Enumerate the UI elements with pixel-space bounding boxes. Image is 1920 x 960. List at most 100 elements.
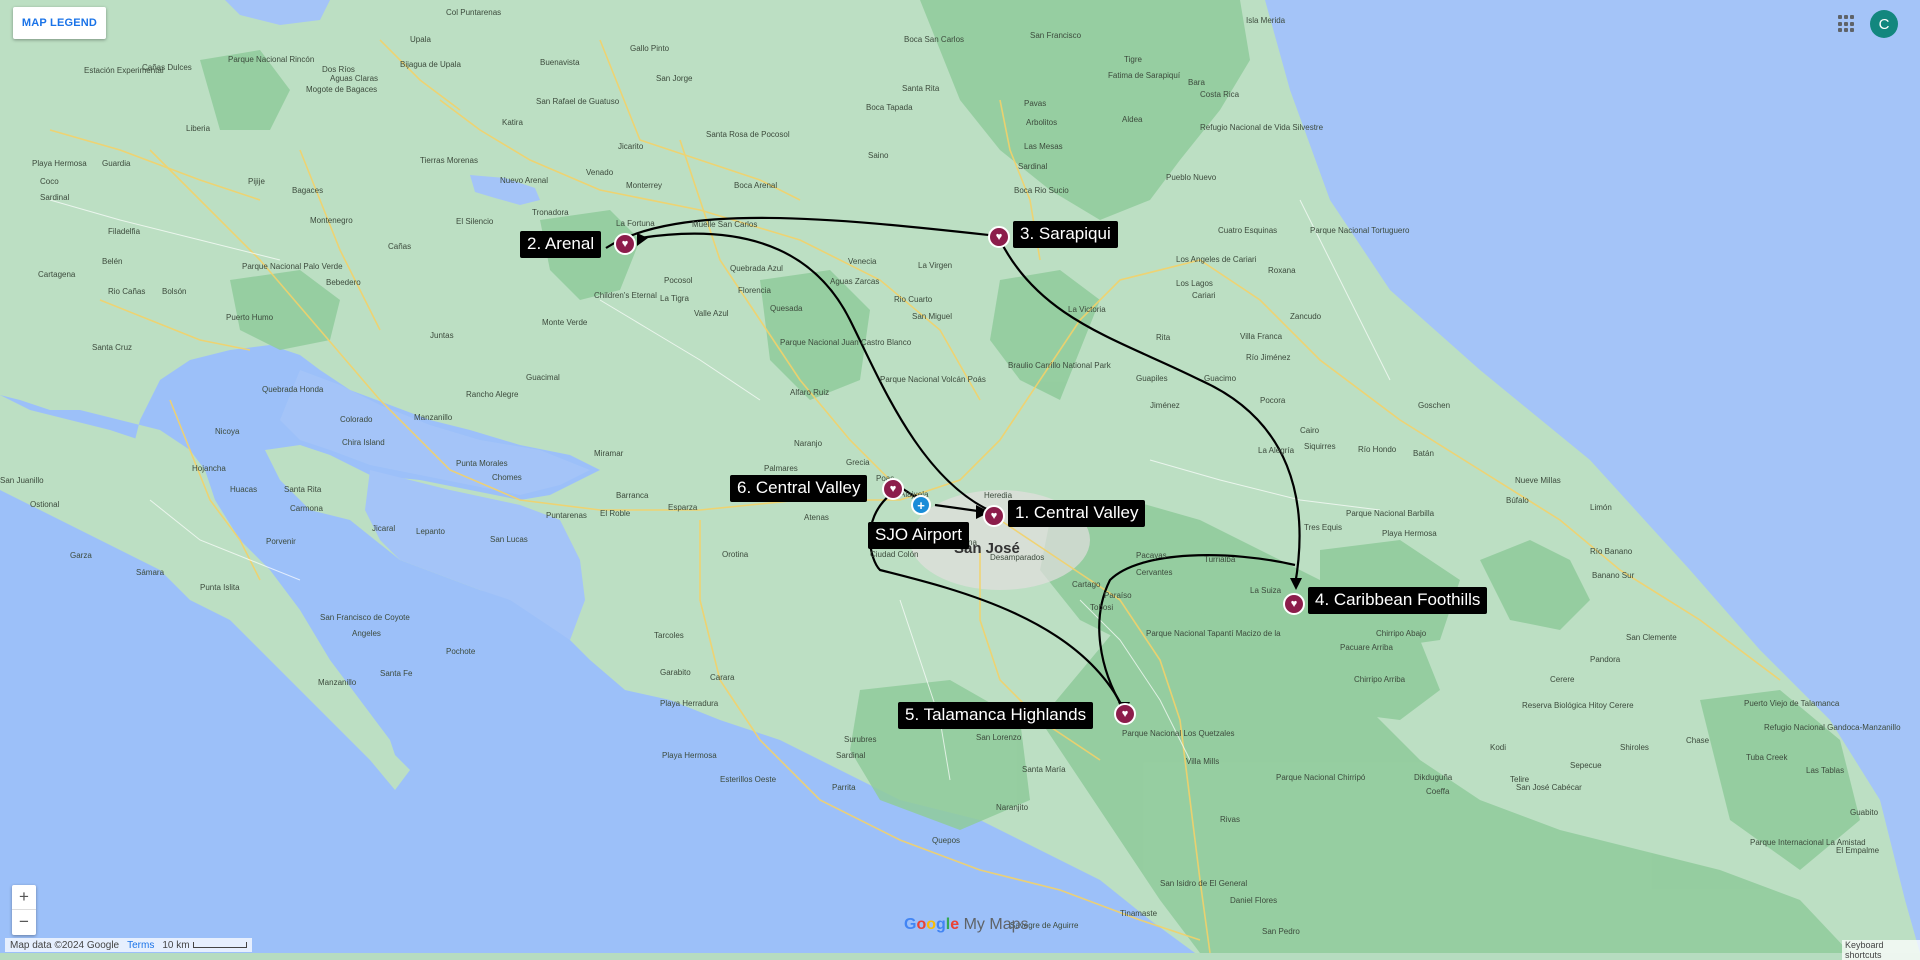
svg-text:Tarcoles: Tarcoles [654, 631, 684, 640]
zoom-in-button[interactable]: + [12, 885, 36, 910]
svg-text:El Empalme: El Empalme [1836, 846, 1880, 855]
svg-text:Angeles: Angeles [352, 629, 381, 638]
svg-text:El Roble: El Roble [600, 509, 631, 518]
svg-text:Esparza: Esparza [668, 503, 698, 512]
svg-text:Banano Sur: Banano Sur [1592, 571, 1635, 580]
svg-text:Parque Nacional Rincón: Parque Nacional Rincón [228, 55, 314, 64]
svg-text:San Rafael de Guatuso: San Rafael de Guatuso [536, 97, 620, 106]
account-avatar[interactable]: C [1870, 10, 1898, 38]
svg-text:Barranca: Barranca [616, 491, 649, 500]
svg-text:Villa Mills: Villa Mills [1186, 757, 1219, 766]
svg-text:La Virgen: La Virgen [918, 261, 952, 270]
svg-text:Sámara: Sámara [136, 568, 165, 577]
svg-text:San Lucas: San Lucas [490, 535, 528, 544]
svg-text:San Francisco: San Francisco [1030, 31, 1082, 40]
keyboard-shortcuts-link[interactable]: Keyboard shortcuts [1842, 940, 1920, 960]
heart-icon: ♥ [1121, 707, 1129, 720]
svg-text:Belén: Belén [102, 257, 122, 266]
svg-text:Children's Eternal: Children's Eternal [594, 291, 657, 300]
apps-grid-icon[interactable] [1838, 15, 1856, 33]
stop-5-pin[interactable]: ♥ [1114, 703, 1136, 725]
svg-text:Santa Rosa de Pocosol: Santa Rosa de Pocosol [706, 130, 790, 139]
svg-text:San Francisco de Coyote: San Francisco de Coyote [320, 613, 410, 622]
map-canvas[interactable]: Col Puntarenas Boca San Carlos Boca Tapada… [0, 0, 1920, 953]
svg-text:Pochote: Pochote [446, 647, 476, 656]
svg-text:Monterrey: Monterrey [626, 181, 662, 190]
airport-label[interactable]: SJO Airport [868, 522, 969, 549]
svg-text:San José Cabécar: San José Cabécar [1516, 783, 1582, 792]
svg-text:Parrita: Parrita [832, 783, 856, 792]
svg-text:Kodi: Kodi [1490, 743, 1506, 752]
stop-2-pin[interactable]: ♥ [614, 233, 636, 255]
stop-5-label[interactable]: 5. Talamanca Highlands [898, 702, 1094, 729]
svg-text:Jiménez: Jiménez [1150, 401, 1180, 410]
svg-text:Cuatro Esquinas: Cuatro Esquinas [1218, 226, 1277, 235]
svg-text:La Victoria: La Victoria [1068, 305, 1106, 314]
airport-icon[interactable]: + [911, 495, 931, 515]
svg-text:Punta Morales: Punta Morales [456, 459, 508, 468]
svg-text:Tigre: Tigre [1124, 55, 1142, 64]
svg-text:Filadelfia: Filadelfia [108, 227, 141, 236]
svg-text:Las Mesas: Las Mesas [1024, 142, 1063, 151]
svg-text:Santa Fe: Santa Fe [380, 669, 413, 678]
svg-text:Boca Rio Sucio: Boca Rio Sucio [1014, 186, 1069, 195]
svg-text:Gallo Pinto: Gallo Pinto [630, 44, 670, 53]
svg-text:Los Angeles de Cariari: Los Angeles de Cariari [1176, 255, 1257, 264]
svg-text:Los Lagos: Los Lagos [1176, 279, 1213, 288]
svg-text:Pacayas: Pacayas [1136, 551, 1167, 560]
svg-text:Huacas: Huacas [230, 485, 257, 494]
svg-text:Limón: Limón [1590, 503, 1612, 512]
svg-text:Bara: Bara [1188, 78, 1205, 87]
stop-4-pin[interactable]: ♥ [1283, 593, 1305, 615]
svg-text:San Miguel: San Miguel [912, 312, 952, 321]
svg-text:Playa Hermosa: Playa Hermosa [32, 159, 87, 168]
svg-text:Aldea: Aldea [1122, 115, 1143, 124]
google-my-maps-logo: Google My Maps [904, 916, 1029, 933]
svg-text:San Isidro de El General: San Isidro de El General [1160, 879, 1247, 888]
svg-text:Sardinal: Sardinal [836, 751, 866, 760]
svg-text:Shiroles: Shiroles [1620, 743, 1649, 752]
svg-text:Rio Cañas: Rio Cañas [108, 287, 145, 296]
svg-text:Isla Merida: Isla Merida [1246, 16, 1286, 25]
svg-text:Dikduguña: Dikduguña [1414, 773, 1453, 782]
stop-6-pin[interactable]: ♥ [882, 478, 904, 500]
svg-text:Heredia: Heredia [984, 491, 1013, 500]
svg-text:Santa María: Santa María [1022, 765, 1066, 774]
svg-text:Bagaces: Bagaces [292, 186, 323, 195]
svg-text:Puerto Viejo de Talamanca: Puerto Viejo de Talamanca [1744, 699, 1840, 708]
svg-text:Siquirres: Siquirres [1304, 442, 1336, 451]
svg-text:Refugio Nacional de Vida Silve: Refugio Nacional de Vida Silvestre [1200, 123, 1324, 132]
stop-2-label[interactable]: 2. Arenal [520, 231, 602, 258]
svg-text:Nueve Millas: Nueve Millas [1515, 476, 1561, 485]
svg-text:Bolsón: Bolsón [162, 287, 186, 296]
svg-text:Tronadora: Tronadora [532, 208, 569, 217]
svg-text:Pacuare Arriba: Pacuare Arriba [1340, 643, 1393, 652]
zoom-out-button[interactable]: − [12, 910, 36, 934]
svg-text:Liberia: Liberia [186, 124, 211, 133]
stop-4-label[interactable]: 4. Caribbean Foothills [1308, 587, 1488, 614]
svg-text:Las Tablas: Las Tablas [1806, 766, 1844, 775]
stop-3-label[interactable]: 3. Sarapiqui [1013, 221, 1118, 248]
svg-text:Cartago: Cartago [1072, 580, 1101, 589]
svg-text:Sepecue: Sepecue [1570, 761, 1602, 770]
svg-text:Tres Equis: Tres Equis [1304, 523, 1342, 532]
svg-text:Miramar: Miramar [594, 449, 624, 458]
stop-6-label[interactable]: 6. Central Valley [730, 475, 868, 502]
svg-text:Pocora: Pocora [1260, 396, 1286, 405]
svg-text:Bebedero: Bebedero [326, 278, 361, 287]
svg-text:Rio Cuarto: Rio Cuarto [894, 295, 933, 304]
stop-1-pin[interactable]: ♥ [983, 505, 1005, 527]
map-legend-button[interactable]: MAP LEGEND [13, 7, 106, 39]
svg-text:Pavas: Pavas [1024, 99, 1046, 108]
svg-text:San Pedro: San Pedro [1262, 927, 1300, 936]
stop-1-label[interactable]: 1. Central Valley [1008, 500, 1146, 527]
svg-text:Playa Hermosa: Playa Hermosa [662, 751, 717, 760]
map-data-text: Map data ©2024 Google [10, 939, 120, 951]
svg-text:Playa Herradura: Playa Herradura [660, 699, 719, 708]
svg-text:Roxana: Roxana [1268, 266, 1296, 275]
svg-text:Tobosi: Tobosi [1090, 603, 1113, 612]
stop-3-pin[interactable]: ♥ [988, 226, 1010, 248]
svg-text:Quebrada Azul: Quebrada Azul [730, 264, 783, 273]
svg-text:Katira: Katira [502, 118, 523, 127]
terms-link[interactable]: Terms [127, 940, 154, 951]
